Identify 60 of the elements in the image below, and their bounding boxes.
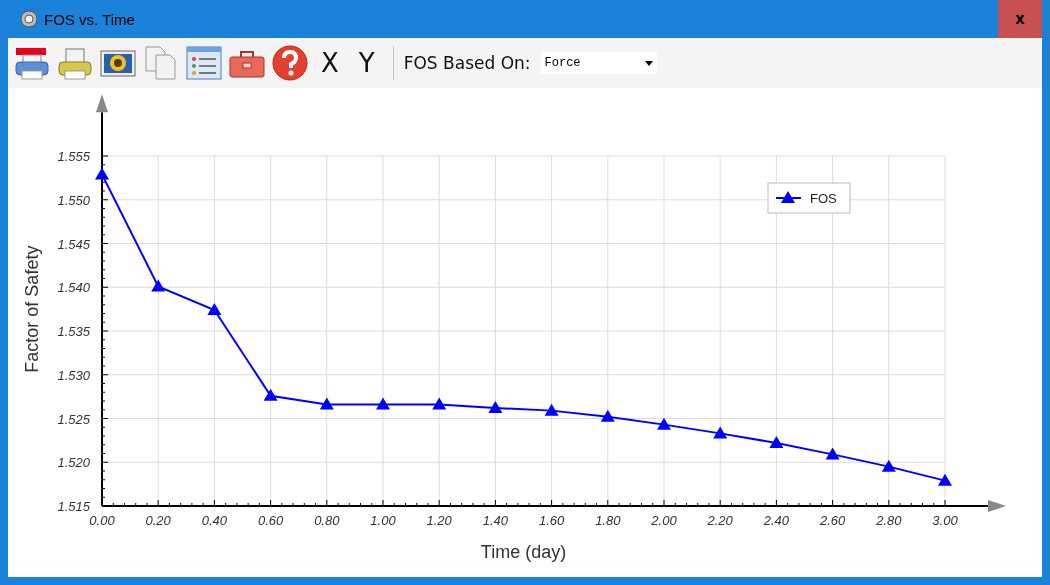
y-tick-label: 1.555 <box>57 149 90 164</box>
y-axis-title: Factor of Safety <box>22 245 42 373</box>
data-point-marker <box>825 447 840 460</box>
printer-icon <box>13 45 50 81</box>
printer-icon <box>56 45 93 81</box>
x-tick-label: 1.80 <box>595 513 621 528</box>
copy-icon <box>142 45 179 81</box>
fos-based-on-label: FOS Based On: <box>403 53 531 73</box>
y-tick-label: 1.530 <box>57 367 90 383</box>
x-tick-label: 1.20 <box>426 513 452 528</box>
x-tick-label: 0.40 <box>201 513 228 528</box>
x-tick-label: 1.00 <box>370 513 396 528</box>
data-point-marker <box>544 403 559 416</box>
x-tick-label: 2.80 <box>876 513 902 528</box>
window-title: FOS vs. Time <box>44 10 136 28</box>
data-point-marker <box>600 409 615 422</box>
data-point-marker <box>207 303 222 315</box>
legend-label: FOS <box>810 191 837 206</box>
x-tick-label: 1.60 <box>538 513 565 528</box>
data-point-marker <box>769 436 784 448</box>
x-tick-label: 0.60 <box>257 513 284 528</box>
help-icon <box>270 44 309 82</box>
y-tick-label: 1.550 <box>57 192 90 208</box>
x-tick-label: 2.20 <box>707 513 733 528</box>
y-tick-label: 1.520 <box>57 455 90 471</box>
y-tick-label: 1.535 <box>57 324 90 339</box>
y-tick-label: 1.525 <box>57 411 90 427</box>
data-point-marker <box>938 473 952 486</box>
y-tick-label: 1.540 <box>57 280 90 296</box>
toolbar-button[interactable] <box>184 43 223 83</box>
caret-icon <box>644 60 653 66</box>
list-window-icon <box>185 45 222 81</box>
data-point-marker <box>713 426 728 439</box>
data-point-marker <box>881 459 896 472</box>
data-point-marker <box>657 417 671 430</box>
data-point-marker <box>432 397 447 410</box>
x-tick-label: 2.00 <box>651 513 677 528</box>
y-tick-label: 1.545 <box>57 236 90 252</box>
legend-line-icon <box>775 191 802 203</box>
x-axis-title: Time (day) <box>480 542 567 562</box>
y-tick-label: 1.515 <box>57 499 90 514</box>
data-point-marker <box>376 397 390 410</box>
axis-button[interactable]: X <box>313 43 347 83</box>
data-point-marker <box>319 397 334 410</box>
x-tick-label: 0.80 <box>314 513 340 528</box>
app-logo-icon <box>20 10 38 28</box>
data-point-marker <box>95 167 109 180</box>
x-tick-label: 0.00 <box>89 513 115 528</box>
x-tick-label: 2.60 <box>819 513 846 528</box>
x-tick-label: 3.00 <box>932 513 958 528</box>
x-tick-label: 0.20 <box>145 513 171 528</box>
data-point-marker <box>151 279 166 292</box>
x-tick-label: 2.40 <box>763 513 790 528</box>
x-tick-label: 1.40 <box>482 513 509 528</box>
data-point-marker <box>488 401 503 413</box>
toolbar-button[interactable] <box>270 43 309 83</box>
close-button[interactable]: x <box>998 0 1042 38</box>
data-point-marker <box>263 388 278 401</box>
fos-based-on-dropdown[interactable]: Force <box>540 52 657 74</box>
axis-button[interactable]: Y <box>350 43 383 83</box>
